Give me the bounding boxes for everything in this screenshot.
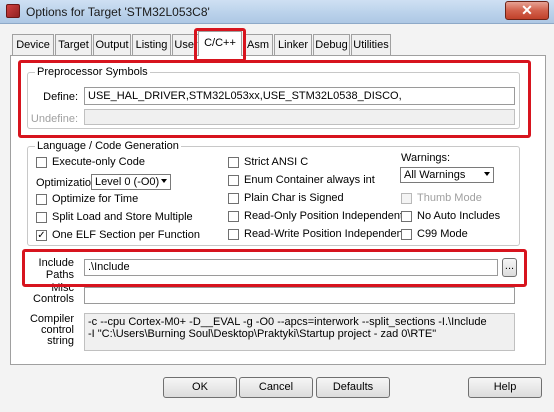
window-title: Options for Target 'STM32L053C8' [26,5,210,19]
tab-output[interactable]: Output [93,34,131,55]
close-button[interactable]: ✕ [505,1,549,20]
ro-pi-label: Read-Only Position Independent [244,210,403,222]
codegen-group-title: Language / Code Generation [35,140,181,152]
optimize-time-label: Optimize for Time [52,193,139,205]
tab-c-cpp[interactable]: C/C++ [198,31,242,56]
execute-only-label: Execute-only Code [52,156,145,168]
help-button[interactable]: Help [468,377,542,398]
misc-label-line2: Controls [33,293,74,305]
no-auto-includes-checkbox[interactable]: No Auto Includes [401,210,506,224]
checkbox-box[interactable] [401,193,412,204]
strict-ansi-checkbox[interactable]: Strict ANSI C [228,156,388,170]
plain-char-label: Plain Char is Signed [244,192,344,204]
cancel-button[interactable]: Cancel [239,377,313,398]
checkmark-icon[interactable]: ✓ [36,230,47,241]
checkbox-box[interactable] [36,194,47,205]
highlight-include-paths [22,249,527,287]
ok-button[interactable]: OK [163,377,237,398]
split-load-store-label: Split Load and Store Multiple [52,211,193,223]
c99-mode-label: C99 Mode [417,228,468,240]
checkbox-box[interactable] [228,193,239,204]
c99-mode-checkbox[interactable]: C99 Mode [401,228,501,242]
enum-int-label: Enum Container always int [244,174,375,186]
keil-uvision-icon [6,4,20,18]
execute-only-checkbox[interactable]: Execute-only Code [36,156,186,170]
warnings-select[interactable]: All Warnings [400,167,494,183]
optimization-value: Level 0 (-O0) [95,176,160,188]
checkbox-box[interactable] [36,157,47,168]
tab-debug[interactable]: Debug [313,34,350,55]
rw-pi-label: Read-Write Position Independent [244,228,406,240]
optimize-time-checkbox[interactable]: Optimize for Time [36,193,186,207]
chevron-down-icon[interactable] [161,179,167,183]
split-load-store-checkbox[interactable]: Split Load and Store Multiple [36,211,216,225]
checkbox-box[interactable] [36,212,47,223]
ro-pi-checkbox[interactable]: Read-Only Position Independent [228,210,403,224]
checkbox-box[interactable] [401,229,412,240]
warnings-label: Warnings: [401,152,451,164]
tab-linker[interactable]: Linker [274,34,312,55]
compiler-control-string: -c --cpu Cortex-M0+ -D__EVAL -g -O0 --ap… [84,313,515,351]
tab-utilities[interactable]: Utilities [351,34,391,55]
optimization-select[interactable]: Level 0 (-O0) [91,174,171,190]
checkbox-box[interactable] [228,175,239,186]
tab-target[interactable]: Target [55,34,92,55]
thumb-mode-checkbox[interactable]: Thumb Mode [401,192,501,206]
checkbox-box[interactable] [228,229,239,240]
warnings-value: All Warnings [404,169,466,181]
no-auto-includes-label: No Auto Includes [417,210,501,222]
compiler-string-line1: -c --cpu Cortex-M0+ -D__EVAL -g -O0 --ap… [88,316,487,328]
compiler-string-line2: -I "C:\Users\Burning Soul\Desktop\Prakty… [88,328,437,340]
one-elf-label: One ELF Section per Function [52,229,200,241]
tab-asm[interactable]: Asm [243,34,273,55]
tab-listing[interactable]: Listing [132,34,171,55]
compiler-control-label: Compiler control string [28,314,74,347]
misc-controls-input[interactable] [84,287,515,304]
plain-char-checkbox[interactable]: Plain Char is Signed [228,192,388,206]
strict-ansi-label: Strict ANSI C [244,156,309,168]
chevron-down-icon[interactable] [484,172,490,176]
rw-pi-checkbox[interactable]: Read-Write Position Independent [228,228,406,242]
defaults-button[interactable]: Defaults [316,377,390,398]
one-elf-checkbox[interactable]: ✓ One ELF Section per Function [36,229,216,243]
thumb-mode-label: Thumb Mode [417,192,482,204]
compiler-label-line3: string [47,335,74,347]
checkbox-box[interactable] [228,211,239,222]
tab-device[interactable]: Device [12,34,54,55]
enum-int-checkbox[interactable]: Enum Container always int [228,174,388,188]
checkbox-box[interactable] [228,157,239,168]
highlight-preprocessor [18,60,531,138]
checkbox-box[interactable] [401,211,412,222]
